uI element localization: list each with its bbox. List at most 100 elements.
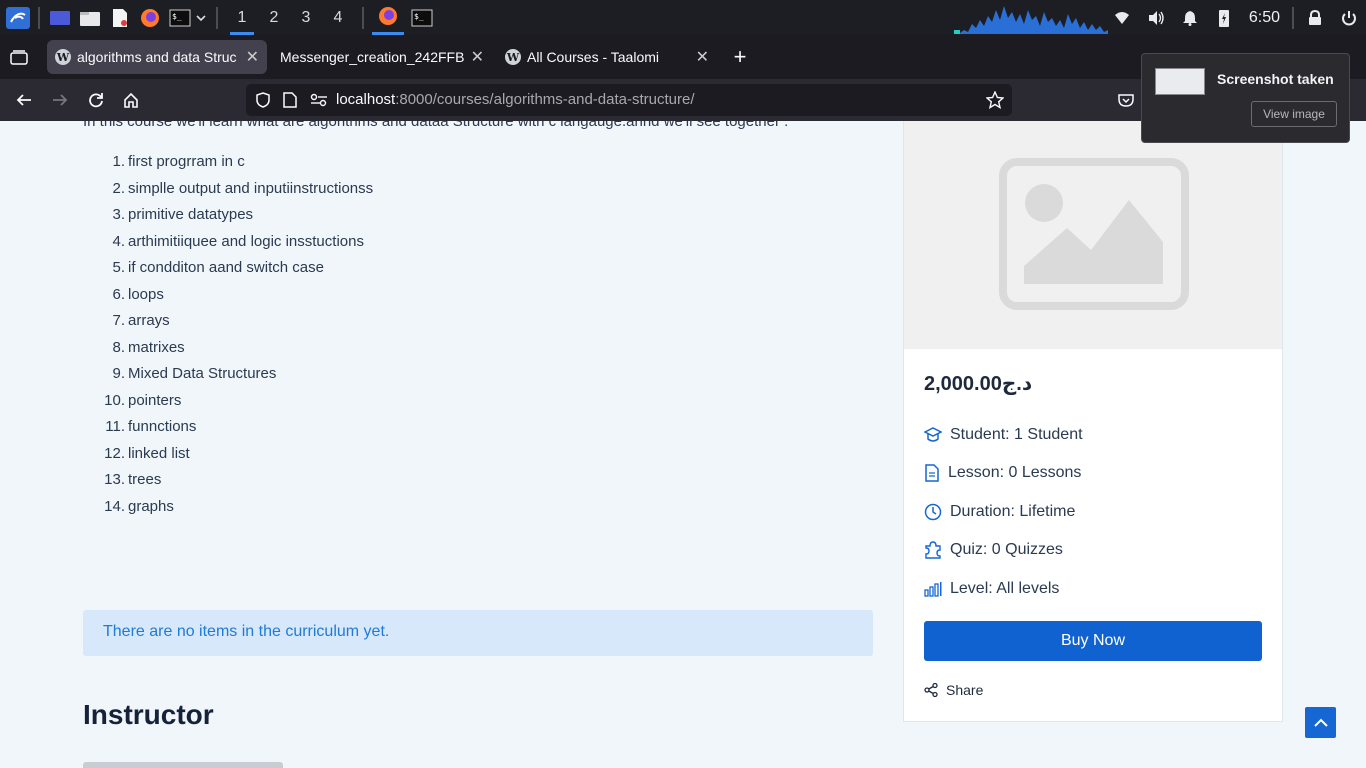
new-tab-button[interactable]: + [726,40,754,74]
list-item: 12. linked list [83,445,373,472]
firefox-window-icon[interactable] [372,0,404,35]
back-arrow-icon [16,94,31,106]
page-content: In this course we'll learn what are algo… [0,121,1366,768]
reload-button[interactable] [83,87,109,113]
file-manager-icon[interactable] [78,7,102,29]
volume-icon[interactable] [1139,0,1173,35]
list-number: 11. [105,418,125,435]
tab-title: All Courses - Taalomi [527,49,660,65]
workspace-1[interactable]: 1 [226,0,258,35]
wifi-icon[interactable] [1105,0,1139,35]
wordpress-icon: W [505,49,521,65]
lock-icon[interactable] [1298,0,1332,35]
terminal-icon[interactable]: $_ [168,7,192,29]
system-tray: 6:50 [1105,0,1366,35]
scroll-to-top-button[interactable] [1305,707,1336,738]
close-tab-icon[interactable]: ✕ [246,47,259,67]
course-thumbnail [904,121,1282,349]
share-button[interactable]: Share [924,682,983,698]
list-text: primitive datatypes [128,206,254,223]
wordpress-icon: W [55,49,71,65]
home-button[interactable] [118,87,144,113]
image-placeholder-icon [999,158,1189,310]
pocket-icon [1118,94,1134,107]
list-text: pointers [128,391,182,409]
page-icon[interactable] [283,92,297,108]
text-editor-icon[interactable] [108,7,132,29]
list-item: 7. arrays [83,312,373,339]
tab-all-courses[interactable]: W All Courses - Taalomi ✕ [497,40,717,74]
workspace-2[interactable]: 2 [258,0,290,35]
buy-now-button[interactable]: Buy Now [924,621,1262,661]
bar-chart-icon [924,582,942,597]
quiz-label: Quiz: 0 Quizzes [950,541,1063,558]
power-icon[interactable] [1332,0,1366,35]
list-text: loops [128,285,164,303]
student-label: Student: 1 Student [950,426,1083,443]
list-text: arrays [128,312,170,329]
course-intro-text: In this course we'll learn what are algo… [83,121,789,130]
clock-icon [924,503,942,521]
url-text[interactable]: localhost:8000/courses/algorithms-and-da… [336,91,695,108]
url-path: :8000/courses/algorithms-and-data-struct… [395,91,695,108]
quiz-count: Quiz: 0 Quizzes [924,541,1063,559]
battery-icon[interactable] [1207,0,1241,35]
clock-time[interactable]: 6:50 [1241,9,1288,27]
chevron-down-icon[interactable] [194,7,208,29]
shield-icon[interactable] [255,92,271,108]
share-label: Share [946,682,984,698]
url-bar[interactable]: localhost:8000/courses/algorithms-and-da… [246,84,1012,116]
list-number: 3. [112,206,125,223]
list-number: 5. [112,259,125,276]
list-number: 4. [112,232,125,250]
workspace-4[interactable]: 4 [322,0,354,35]
bookmark-star-icon[interactable] [986,91,1004,109]
list-item: 9. Mixed Data Structures [83,365,373,392]
close-tab-icon[interactable]: ✕ [696,47,709,67]
list-number: 2. [112,179,125,197]
student-count: Student: 1 Student [924,426,1083,444]
taskbar-separator [362,6,364,29]
course-duration: Duration: Lifetime [924,503,1075,521]
forward-button[interactable] [47,87,73,113]
chevron-up-icon [1313,718,1328,727]
list-item: 6. loops [83,286,373,313]
tab-algorithms[interactable]: W algorithms and data Struc ✕ [47,40,267,74]
kali-menu-icon[interactable] [6,6,30,29]
list-item: 13. trees [83,471,373,498]
graduation-cap-icon [924,427,942,442]
tab-list-button[interactable] [6,40,34,74]
desktop-icon[interactable] [48,7,72,29]
url-host: localhost [336,91,396,108]
list-item: 2. simplle output and inputiinstructionss [83,180,373,207]
tab-messenger[interactable]: Messenger_creation_242FFB ✕ [272,40,492,74]
screenshot-notification[interactable]: Screenshot taken View image [1141,53,1350,143]
instructor-heading: Instructor [83,699,214,730]
share-icon [924,683,938,697]
list-text: funnctions [128,418,197,435]
os-taskbar: $_ 1 2 3 4 $_ 6:50 [0,0,1366,35]
list-number: 13. [104,471,125,488]
list-text: matrixes [128,338,185,356]
svg-text:$_: $_ [414,12,424,21]
back-button[interactable] [11,87,37,113]
svg-text:$_: $_ [172,12,182,21]
pocket-button[interactable] [1113,87,1139,113]
list-text: if condditon aand switch case [128,259,324,276]
notification-bell-icon[interactable] [1173,0,1207,35]
list-item: 8. matrixes [83,339,373,366]
lesson-label: Lesson: 0 Lessons [948,464,1082,481]
terminal-window-icon[interactable]: $_ [410,7,434,29]
workspace-3[interactable]: 3 [290,0,322,35]
view-image-button[interactable]: View image [1251,101,1337,127]
tab-overview-icon [10,50,28,65]
firefox-icon[interactable] [138,7,162,29]
list-number: 14. [104,497,125,515]
screenshot-thumbnail [1155,68,1205,95]
site-permissions-icon[interactable] [310,93,328,107]
close-tab-icon[interactable]: ✕ [471,47,484,67]
course-price: 2,000.00د.ج [924,373,1033,395]
lesson-list: 1. first progrram in c 2. simplle output a… [83,153,373,524]
list-number: 8. [112,338,125,356]
curriculum-empty-notice: There are no items in the curriculum yet… [83,610,873,656]
